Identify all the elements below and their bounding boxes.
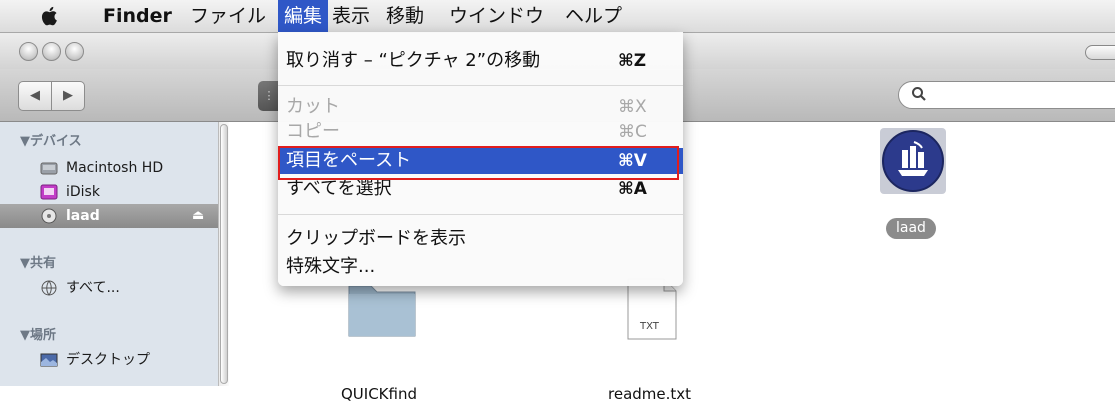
back-button[interactable]: ◀ (18, 81, 52, 111)
menu-item-label: 特殊文字... (286, 256, 376, 277)
apple-icon[interactable] (38, 4, 62, 28)
sidebar-scroll-thumb[interactable] (220, 124, 228, 384)
eject-icon[interactable]: ⏏ (192, 204, 204, 228)
sidebar-item-label: laad (66, 208, 100, 224)
menu-item-copy[interactable]: コピー ⌘C (278, 119, 683, 145)
menu-separator (278, 214, 683, 215)
laad-disc-icon[interactable] (880, 128, 946, 194)
sidebar-item-idisk[interactable]: iDisk (0, 180, 218, 204)
sidebar: ▼デバイス Macintosh HD iDisk laad ⏏ ▼共有 すべて.… (0, 122, 229, 386)
sidebar-header-places: ▼場所 (20, 328, 56, 343)
text-file-icon[interactable]: TXT (626, 277, 678, 341)
sidebar-item-laad[interactable]: laad ⏏ (0, 204, 218, 228)
menu-item-label: カット (286, 96, 340, 117)
menu-item-label: コピー (286, 121, 340, 142)
menu-item-shortcut: ⌘Z (618, 51, 647, 71)
file-label-laad[interactable]: laad (886, 218, 936, 239)
menu-file[interactable]: ファイル (184, 0, 272, 32)
sidebar-item-all-shared[interactable]: すべて... (0, 276, 218, 300)
txt-badge: TXT (640, 321, 659, 332)
zoom-button[interactable] (65, 42, 84, 61)
sidebar-item-macintosh-hd[interactable]: Macintosh HD (0, 156, 218, 180)
menu-bar: Finder ファイル 編集 表示 移動 ウインドウ ヘルプ (0, 0, 1115, 33)
search-field[interactable] (898, 81, 1115, 109)
sidebar-header-shared: ▼共有 (20, 256, 56, 271)
sidebar-item-label: すべて... (66, 280, 120, 296)
menu-item-undo[interactable]: 取り消す – “ピクチャ 2”の移動 ⌘Z (278, 48, 683, 74)
close-button[interactable] (19, 42, 38, 61)
file-label-quickfind[interactable]: QUICKfind (341, 385, 417, 403)
menu-item-special-characters[interactable]: 特殊文字... (278, 254, 683, 280)
file-label-readme[interactable]: readme.txt (608, 385, 691, 403)
sidebar-item-label: Macintosh HD (66, 160, 164, 176)
menu-item-label: 取り消す – “ピクチャ 2”の移動 (286, 50, 541, 71)
desktop-icon (40, 353, 58, 367)
network-icon (41, 280, 57, 296)
toolbar-toggle-button[interactable] (1085, 45, 1115, 60)
menu-edit[interactable]: 編集 (278, 0, 329, 32)
menu-item-label: クリップボードを表示 (286, 228, 466, 249)
menu-item-cut[interactable]: カット ⌘X (278, 94, 683, 120)
menu-help[interactable]: ヘルプ (559, 0, 628, 32)
disc-icon (41, 208, 57, 224)
icon-view-button[interactable]: ⋮ (258, 81, 280, 111)
menu-finder[interactable]: Finder (97, 0, 178, 32)
sidebar-header-devices: ▼デバイス (20, 134, 82, 149)
highlight-box (278, 146, 679, 180)
menu-separator (278, 85, 683, 86)
sidebar-scrollbar[interactable] (218, 122, 229, 386)
menu-view[interactable]: 表示 (326, 0, 376, 32)
sidebar-item-label: デスクトップ (66, 352, 150, 368)
menu-item-shortcut: ⌘X (618, 97, 647, 117)
search-icon (912, 87, 926, 101)
forward-button[interactable]: ▶ (51, 81, 85, 111)
menu-item-show-clipboard[interactable]: クリップボードを表示 (278, 226, 683, 252)
idisk-icon (40, 184, 58, 200)
sidebar-item-label: iDisk (66, 184, 100, 200)
folder-icon[interactable] (347, 280, 417, 338)
menu-item-shortcut: ⌘C (618, 122, 647, 142)
menu-window[interactable]: ウインドウ (443, 0, 550, 32)
menu-go[interactable]: 移動 (380, 0, 430, 32)
hard-drive-icon (40, 162, 58, 175)
sidebar-item-desktop[interactable]: デスクトップ (0, 348, 218, 372)
minimize-button[interactable] (42, 42, 61, 61)
